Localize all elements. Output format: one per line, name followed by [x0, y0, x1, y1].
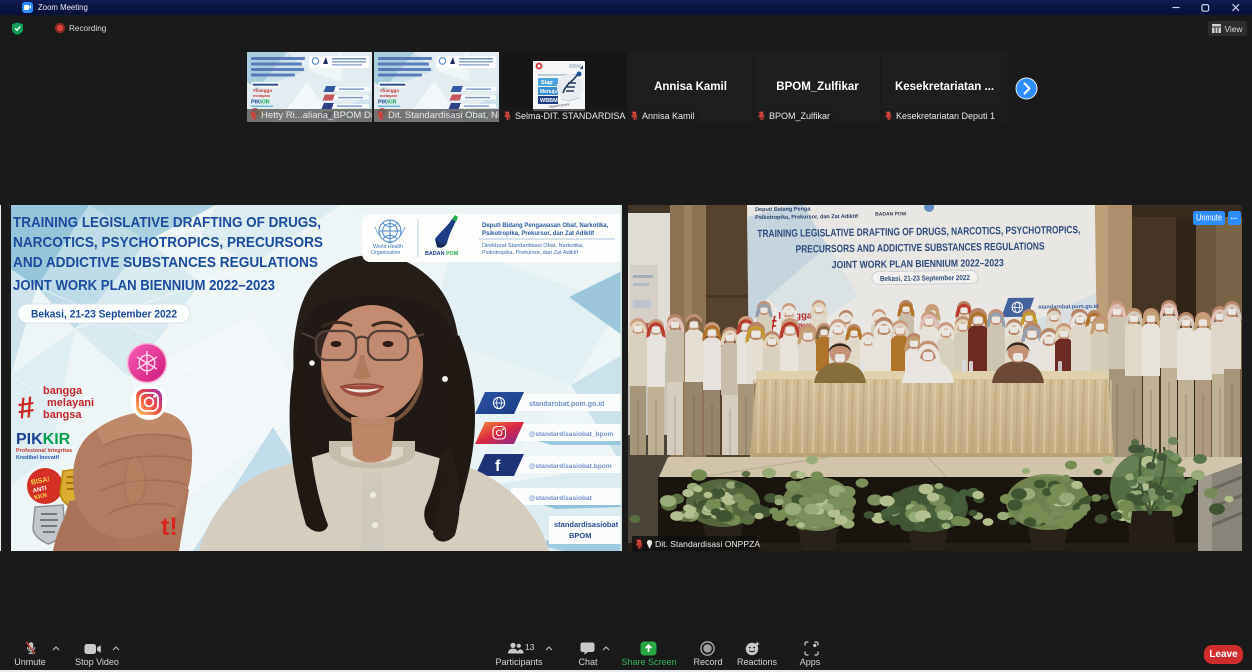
svg-text:standardisasiobat: standardisasiobat: [554, 520, 619, 529]
svg-text:...: ...: [1231, 212, 1238, 221]
svg-text:NARCOTICS, PSYCHOTROPICS, PREC: NARCOTICS, PSYCHOTROPICS, PRECURSORS: [13, 235, 323, 251]
svg-text:Psikotropika, Prekursor, dan Z: Psikotropika, Prekursor, dan Zat Adiktif: [482, 250, 579, 256]
svg-text:Psikotropika, Prekursor, dan Z: Psikotropika, Prekursor, dan Zat Adiktif: [482, 231, 595, 237]
svg-text:Dit. Standardisasi ONPPZA: Dit. Standardisasi ONPPZA: [655, 539, 760, 549]
svg-text:BADAN POM: BADAN POM: [425, 251, 459, 257]
svg-text:t!: t!: [161, 513, 178, 541]
svg-text:@standardisasiobat_bpom: @standardisasiobat_bpom: [529, 431, 614, 438]
svg-text:f: f: [495, 458, 501, 475]
svg-text:Kredibel Inovatif: Kredibel Inovatif: [16, 455, 59, 461]
svg-text:@standardisasiobat.bpom: @standardisasiobat.bpom: [529, 463, 612, 470]
svg-text:bangga: bangga: [43, 385, 83, 397]
svg-text:Siap: Siap: [541, 80, 553, 86]
svg-text:TRAINING LEGISLATIVE DRAFTING: TRAINING LEGISLATIVE DRAFTING OF DRUGS,: [13, 215, 321, 231]
svg-text:melayani: melayani: [47, 397, 94, 409]
svg-text:PIKKIR: PIKKIR: [16, 431, 71, 448]
svg-text:Menuju: Menuju: [540, 89, 558, 95]
svg-text:Organization: Organization: [371, 250, 401, 256]
svg-text:@standardisasiobat: @standardisasiobat: [529, 495, 593, 502]
svg-text:AND ADDICTIVE SUBSTANCES REGUL: AND ADDICTIVE SUBSTANCES REGULATIONS: [13, 255, 318, 271]
svg-text:Deputi Bidang Pengawasan Obat,: Deputi Bidang Pengawasan Obat, Narkotika…: [482, 223, 609, 229]
svg-text:Bekasi, 21-23 September 2022: Bekasi, 21-23 September 2022: [31, 309, 177, 321]
svg-text:JOINT WORK PLAN BIENNIUM 2022–: JOINT WORK PLAN BIENNIUM 2022–2023: [13, 278, 275, 294]
svg-text:Unmute: Unmute: [1196, 213, 1222, 223]
svg-text:BPOM: BPOM: [569, 531, 592, 540]
svg-text:bangsa: bangsa: [43, 409, 82, 421]
svg-text:Profesional Integritas: Profesional Integritas: [16, 448, 72, 454]
svg-text:standarobat.pom.go.id: standarobat.pom.go.id: [529, 401, 604, 408]
svg-text:Direktorat Standardisasi Obat,: Direktorat Standardisasi Obat, Narkotika…: [482, 243, 584, 249]
